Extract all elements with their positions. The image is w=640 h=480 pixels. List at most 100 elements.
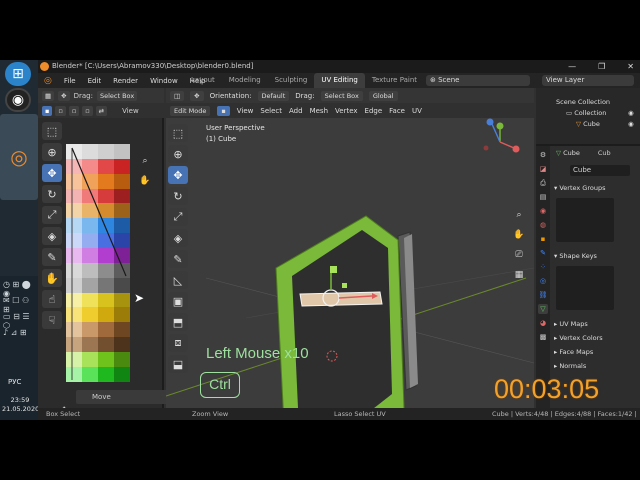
editor-type-icon[interactable]: ▦ [42,90,55,101]
scene-selector[interactable]: ⊛ Scene [426,75,530,86]
rotate-tool-icon[interactable]: ↻ [42,185,62,203]
properties-context: ▽ Cube Cub [556,149,611,157]
cursor-tool-icon[interactable]: ✥ [58,90,70,101]
zoom-icon[interactable]: ⌕ [138,154,152,168]
windows-start-icon[interactable]: ⊞ [5,62,31,86]
select-tool-icon[interactable]: ⬚ [42,122,62,140]
object-tab-icon[interactable]: ▪ [538,234,548,244]
maximize-button[interactable]: ❐ [598,60,605,73]
vp-menu-mesh[interactable]: Mesh [310,107,328,115]
pinch-tool-icon[interactable]: ☟ [42,311,62,329]
vertex-groups-list[interactable] [556,198,614,242]
nav-gizmo-x-ball[interactable] [512,145,520,153]
workspace-tabs: Layout Modeling Sculpting UV Editing Tex… [184,73,447,88]
shape-keys-list[interactable] [556,266,614,310]
mode-select[interactable]: Edit Mode [170,105,211,116]
camera-icon[interactable]: ⎚ [512,248,526,262]
grab-tool-icon[interactable]: ✋ [42,269,62,287]
editor-type-icon[interactable]: ◫ [170,90,185,101]
section-vertex-colors[interactable]: ▸ Vertex Colors [554,332,638,344]
clock[interactable]: 23:59 21.05.2020 [2,396,39,414]
nav-gizmo-y-ball[interactable] [496,122,504,130]
section-vertex-groups[interactable]: ▾ Vertex Groups [554,182,638,194]
menu-window[interactable]: Window [144,77,184,85]
zoom-icon[interactable]: ⌕ [512,208,526,222]
modifier-tab-icon[interactable]: ✎ [538,248,548,258]
visibility-eye-icon[interactable]: ◉ [628,120,634,128]
uv-view-menu[interactable]: View [122,107,139,115]
particles-tab-icon[interactable]: ⁘ [538,262,548,272]
relax-tool-icon[interactable]: ☝ [42,290,62,308]
tab-sculpting[interactable]: Sculpting [268,73,315,88]
outliner-scene-collection[interactable]: Scene Collection [556,98,610,106]
pan-hand-icon[interactable]: ✋ [512,228,526,242]
menu-edit[interactable]: Edit [82,77,108,85]
transform-gizmo-icon[interactable]: ✥ [190,90,204,101]
section-uv-maps[interactable]: ▸ UV Maps [554,318,638,330]
render-tab-icon[interactable]: ◪ [538,164,548,174]
data-tab-icon[interactable]: ▽ [538,304,548,314]
outliner-collection[interactable]: ▭ Collection [566,109,606,117]
section-shape-keys[interactable]: ▾ Shape Keys [554,250,638,262]
minimize-button[interactable]: — [568,60,576,73]
nav-gizmo-z-ball[interactable] [486,118,494,126]
tab-modeling[interactable]: Modeling [222,73,268,88]
mesh-name-field[interactable]: Cube [570,165,630,176]
tab-texture-paint[interactable]: Texture Paint [365,73,424,88]
viewport-drag-select[interactable]: Select Box [320,90,363,101]
vp-menu-vertex[interactable]: Vertex [335,107,358,115]
blender-taskbar-icon[interactable]: ◎ [0,114,38,200]
cursor-tool-icon[interactable]: ⊕ [42,143,62,161]
move-tool-icon[interactable]: ✥ [42,164,62,182]
status-box-select: Box Select [46,410,81,418]
select-mode-vertex-icon[interactable]: ▪ [217,105,230,116]
3d-viewport[interactable]: ◫ ✥ Orientation: Default Drag: Select Bo… [166,88,534,408]
tab-uv-editing[interactable]: UV Editing [314,73,365,88]
vp-menu-add[interactable]: Add [289,107,303,115]
view-layer-tab-icon[interactable]: ▤ [538,192,548,202]
constraints-tab-icon[interactable]: ⛓ [538,290,548,300]
letterbox-bottom [0,420,640,480]
scene-tab-icon[interactable]: ◉ [538,206,548,216]
vertex-select-icon[interactable]: ▪ [42,105,53,116]
world-tab-icon[interactable]: ◍ [538,220,548,230]
texture-tab-icon[interactable]: ▩ [538,332,548,342]
viewport-subheader: Edit Mode ▪ View Select Add Mesh Vertex … [166,103,534,118]
tool-tab-icon[interactable]: ⚙ [538,150,548,160]
pan-hand-icon[interactable]: ✋ [138,174,152,188]
visibility-eye-icon[interactable]: ◉ [628,109,634,117]
output-tab-icon[interactable]: ⎙ [538,178,548,188]
uv-drag-select[interactable]: Select Box [96,90,138,101]
sync-icon[interactable]: ⇄ [95,105,108,116]
outliner-cube[interactable]: ▽ Cube [576,120,600,128]
nav-gizmo-neg-x-ball[interactable] [483,145,489,151]
nav-gizmo-x [499,141,515,149]
vp-menu-face[interactable]: Face [389,107,405,115]
menu-file[interactable]: File [58,77,82,85]
transform-tool-icon[interactable]: ◈ [42,227,62,245]
tray-row[interactable]: ♪ ⊿ ⊞ [3,328,27,337]
vp-menu-select[interactable]: Select [260,107,282,115]
section-face-maps[interactable]: ▸ Face Maps [554,346,638,358]
face-select-icon[interactable]: ▫ [68,105,80,116]
language-indicator[interactable]: РУС [8,378,21,386]
physics-tab-icon[interactable]: ◎ [538,276,548,286]
tab-layout[interactable]: Layout [184,73,222,88]
menu-render[interactable]: Render [107,77,144,85]
vp-menu-edge[interactable]: Edge [365,107,383,115]
edge-select-icon[interactable]: ▫ [55,105,66,116]
orientation-select[interactable]: Default [257,90,290,101]
close-button[interactable]: ✕ [627,60,634,73]
section-normals[interactable]: ▸ Normals [554,360,638,372]
material-tab-icon[interactable]: ◕ [538,318,548,328]
island-select-icon[interactable]: ▫ [82,105,93,116]
grid-view-icon[interactable]: ▦ [512,268,526,282]
transform-orientation-select[interactable]: Global [368,90,398,101]
blender-menu-icon[interactable]: ◎ [38,76,58,86]
vp-menu-uv[interactable]: UV [412,107,422,115]
view-layer-selector[interactable]: View Layer [542,75,634,86]
scale-tool-icon[interactable]: ⤢ [42,206,62,224]
annotate-tool-icon[interactable]: ✎ [42,248,62,266]
vp-menu-view[interactable]: View [237,107,254,115]
obs-icon[interactable]: ◉ [5,88,31,112]
